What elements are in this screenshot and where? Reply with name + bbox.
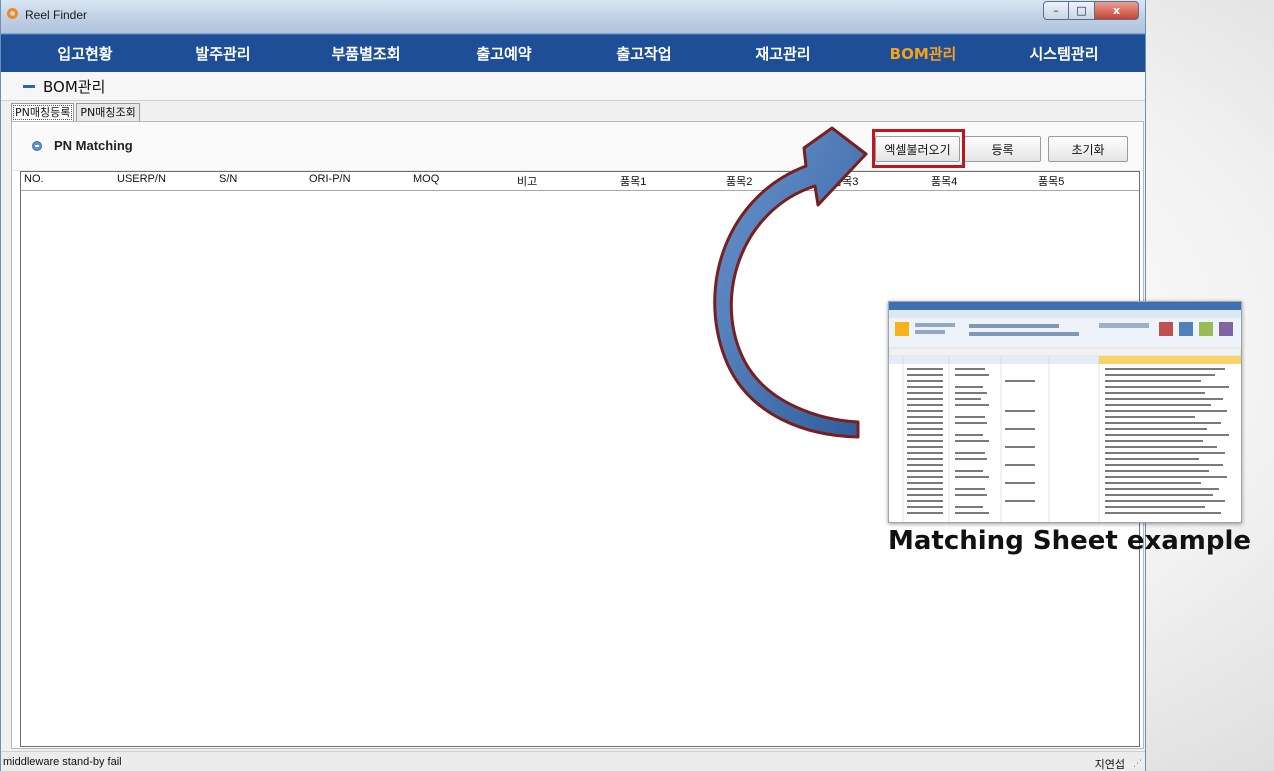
menu-item-incoming-status[interactable]: 입고현황 xyxy=(57,35,112,73)
minus-icon[interactable] xyxy=(23,85,35,88)
app-logo-icon xyxy=(7,8,18,19)
bullet-icon xyxy=(32,141,42,151)
grid-header: NO. USERP/N S/N ORI-P/N MOQ 비고 품목1 품목2 품… xyxy=(21,172,1139,191)
status-bar: middleware stand-by fail 지연섭 ⋰ xyxy=(1,751,1145,771)
maximize-button[interactable]: □ xyxy=(1069,1,1095,20)
menu-item-shipment-work[interactable]: 출고작업 xyxy=(616,35,671,73)
register-button[interactable]: 등록 xyxy=(964,136,1041,162)
menu-item-order-management[interactable]: 발주관리 xyxy=(195,35,250,73)
column-header[interactable]: NO. xyxy=(24,173,44,185)
title-bar: Reel Finder – □ x xyxy=(1,0,1145,34)
column-header[interactable]: USERP/N xyxy=(117,173,166,185)
menu-item-bom[interactable]: BOM관리 xyxy=(890,35,957,73)
reset-button[interactable]: 초기화 xyxy=(1048,136,1128,162)
column-header[interactable]: S/N xyxy=(219,173,237,185)
window-title: Reel Finder xyxy=(25,8,88,22)
column-header[interactable]: ORI-P/N xyxy=(309,173,351,185)
status-message: middleware stand-by fail xyxy=(3,756,122,768)
highlight-box xyxy=(872,129,965,168)
menu-item-inventory[interactable]: 재고관리 xyxy=(755,35,810,73)
spreadsheet-icon xyxy=(889,302,1241,522)
section-title: BOM관리 xyxy=(43,78,106,96)
main-menu: 입고현황 발주관리 부품별조회 출고예약 출고작업 재고관리 BOM관리 시스템… xyxy=(1,34,1145,72)
column-header[interactable]: 품목5 xyxy=(1038,173,1064,189)
column-header[interactable]: 품목4 xyxy=(931,173,957,189)
matching-sheet-thumbnail xyxy=(888,301,1242,523)
minimize-button[interactable]: – xyxy=(1043,1,1069,20)
panel-title: PN Matching xyxy=(54,138,133,153)
column-header[interactable]: 품목1 xyxy=(620,173,646,189)
column-header[interactable]: 품목3 xyxy=(832,173,858,189)
column-header[interactable]: MOQ xyxy=(413,173,439,185)
column-header[interactable]: 품목2 xyxy=(726,173,752,189)
thumbnail-caption: Matching Sheet example xyxy=(888,526,1252,556)
resize-grip-icon[interactable]: ⋰ xyxy=(1133,759,1142,769)
panel-toolbar: PN Matching 엑셀불러오기 등록 초기화 xyxy=(12,122,1143,171)
tab-pn-matching-lookup[interactable]: PN매칭조회 xyxy=(76,103,140,122)
window-controls: – □ x xyxy=(1043,1,1139,21)
column-header[interactable]: 비고 xyxy=(517,173,537,189)
tab-pn-matching-register[interactable]: PN매칭등록 xyxy=(11,103,75,122)
menu-item-part-lookup[interactable]: 부품별조회 xyxy=(331,35,400,73)
status-user: 지연섭 xyxy=(1094,758,1125,771)
section-header: BOM관리 xyxy=(1,72,1145,101)
tab-strip: PN매칭등록 PN매칭조회 xyxy=(11,103,142,122)
menu-item-shipment-reservation[interactable]: 출고예약 xyxy=(476,35,531,73)
close-button[interactable]: x xyxy=(1095,1,1139,20)
menu-item-system[interactable]: 시스템관리 xyxy=(1029,35,1098,73)
